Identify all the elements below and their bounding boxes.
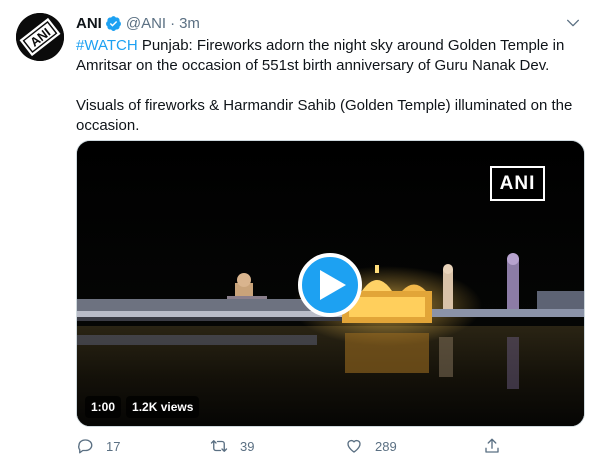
- retweet-button[interactable]: 39: [210, 436, 254, 456]
- tweet-line-1: Punjab: Fireworks adorn the night sky ar…: [76, 37, 565, 74]
- tweet[interactable]: ANI ANI @ANI · 3m #WATCH Punjab: Firewor…: [0, 0, 592, 458]
- ani-watermark: ANI: [490, 166, 545, 201]
- tweet-header: ANI @ANI · 3m: [76, 14, 200, 32]
- retweet-icon: [210, 440, 228, 452]
- tweet-text: #WATCH Punjab: Fireworks adorn the night…: [76, 36, 584, 136]
- author-handle[interactable]: @ANI: [126, 15, 166, 32]
- share-icon: [485, 438, 499, 453]
- video-views: 1.2K views: [126, 396, 200, 418]
- reply-button[interactable]: 17: [76, 436, 120, 456]
- play-button[interactable]: [298, 253, 362, 317]
- share-button[interactable]: [483, 436, 501, 456]
- video-player[interactable]: ANI 1:00 1.2K views: [76, 140, 585, 427]
- tweet-timestamp[interactable]: 3m: [179, 15, 200, 32]
- chevron-down-icon[interactable]: [565, 15, 581, 31]
- retweet-count: 39: [240, 438, 255, 454]
- reply-icon: [78, 439, 93, 454]
- tweet-paragraph-1: #WATCH Punjab: Fireworks adorn the night…: [76, 36, 584, 76]
- hashtag-link[interactable]: #WATCH: [76, 37, 138, 54]
- author-name[interactable]: ANI: [76, 15, 102, 32]
- reply-count: 17: [106, 438, 121, 454]
- heart-icon: [347, 439, 361, 453]
- verified-badge-icon: [105, 15, 121, 31]
- video-duration: 1:00: [85, 396, 122, 418]
- ani-logo-icon: ANI: [16, 13, 64, 61]
- tweet-paragraph-2: Visuals of fireworks & Harmandir Sahib (…: [76, 97, 573, 134]
- avatar[interactable]: ANI: [16, 13, 64, 61]
- separator-dot: ·: [170, 14, 176, 32]
- video-stats: 1:00 1.2K views: [85, 396, 200, 418]
- like-count: 289: [375, 438, 397, 454]
- like-button[interactable]: 289: [345, 436, 397, 456]
- tweet-actions: 17 39 289: [76, 436, 516, 456]
- play-icon: [319, 270, 346, 300]
